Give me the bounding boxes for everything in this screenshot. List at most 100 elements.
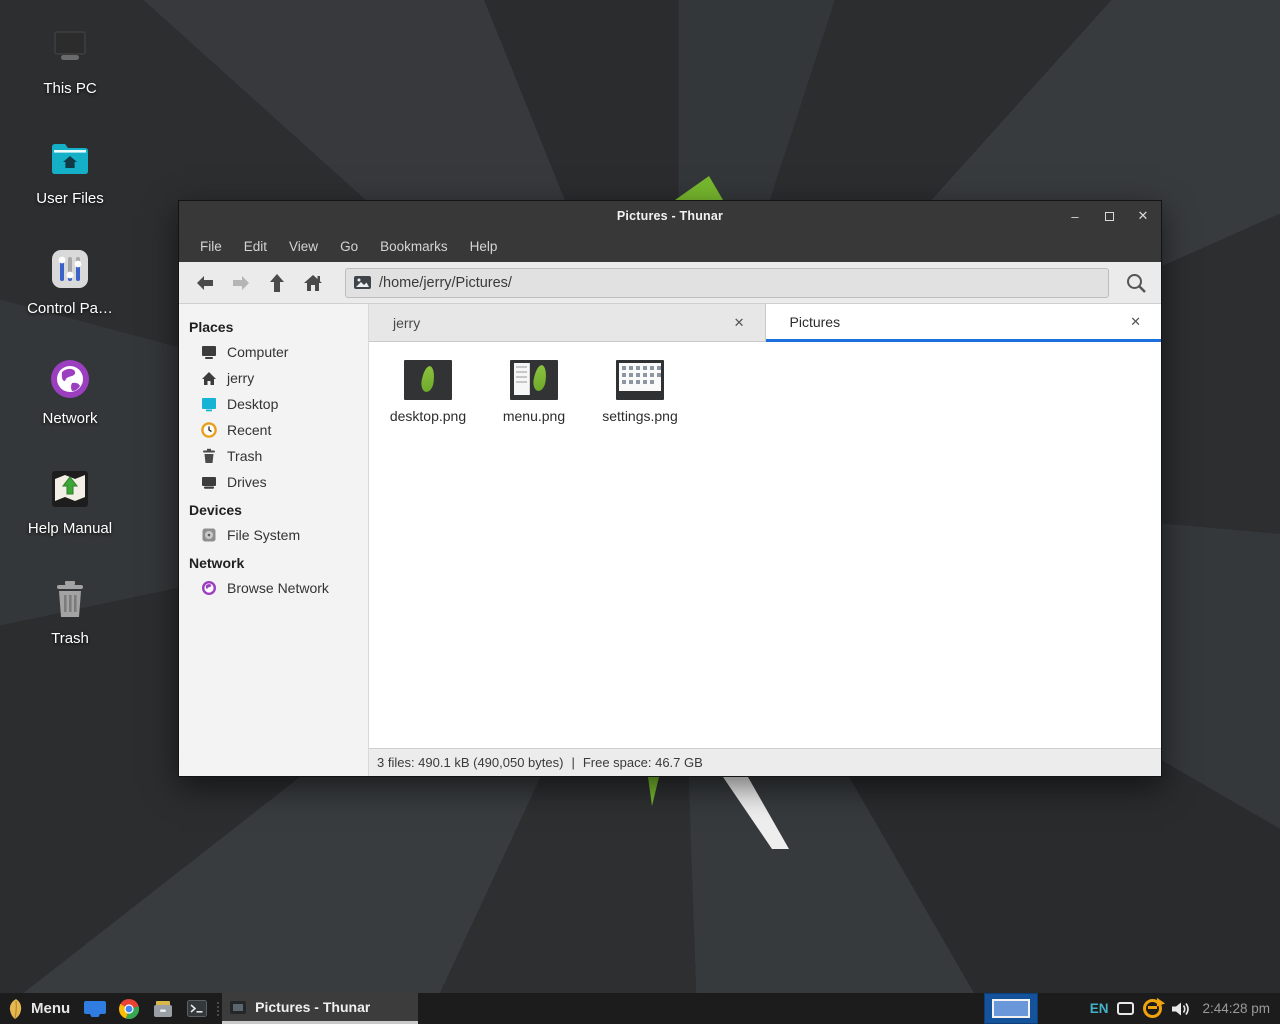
thunar-window-icon xyxy=(230,1001,246,1014)
chrome-icon xyxy=(119,999,139,1019)
sidebar-section-devices: Devices File System xyxy=(179,497,368,548)
taskbar: Menu xyxy=(0,993,1280,1024)
search-button[interactable] xyxy=(1119,267,1153,299)
sidebar: Places Computer jerry Deskt xyxy=(179,304,369,776)
desktop-icon-this-pc[interactable]: This PC xyxy=(0,26,140,97)
trash-icon xyxy=(47,576,93,622)
sidebar-item-label: Desktop xyxy=(227,396,278,412)
sidebar-item-jerry[interactable]: jerry xyxy=(179,365,368,391)
desktop-icon-control-panel[interactable]: Control Pa… xyxy=(0,246,140,317)
desktop-icon-label: This PC xyxy=(0,80,140,97)
maximize-button[interactable] xyxy=(1099,206,1119,226)
forward-button[interactable] xyxy=(223,267,259,299)
up-arrow-icon xyxy=(269,273,285,293)
tab-label: Pictures xyxy=(790,314,1125,330)
drives-icon xyxy=(201,475,217,490)
menubar: File Edit View Go Bookmarks Help xyxy=(179,231,1161,262)
desktop-icon-help-manual[interactable]: Help Manual xyxy=(0,466,140,537)
close-button[interactable]: ✕ xyxy=(1133,206,1153,226)
window-controls: – ✕ xyxy=(1065,201,1153,231)
sidebar-item-label: Browse Network xyxy=(227,580,329,596)
file-manager-icon xyxy=(84,1001,106,1017)
sidebar-item-label: File System xyxy=(227,527,300,543)
desktop-icon-label: Trash xyxy=(0,630,140,647)
image-file-icon xyxy=(354,276,371,289)
menu-view[interactable]: View xyxy=(278,234,329,259)
clock[interactable]: 2:44:28 pm xyxy=(1202,1001,1270,1016)
sidebar-item-computer[interactable]: Computer xyxy=(179,339,368,365)
window-body: Places Computer jerry Deskt xyxy=(179,304,1161,776)
back-button[interactable] xyxy=(187,267,223,299)
thunar-window: Pictures - Thunar – ✕ File Edit View Go … xyxy=(178,200,1162,777)
desktop-icon-user-files[interactable]: User Files xyxy=(0,136,140,207)
tab-jerry[interactable]: jerry ✕ xyxy=(369,304,766,342)
tab-bar: jerry ✕ Pictures ✕ xyxy=(369,304,1161,342)
desktop-icon-label: Network xyxy=(0,410,140,427)
location-bar[interactable]: /home/jerry/Pictures/ xyxy=(345,268,1109,298)
sidebar-item-label: Drives xyxy=(227,474,267,490)
menu-help[interactable]: Help xyxy=(459,234,509,259)
sidebar-item-drives[interactable]: Drives xyxy=(179,469,368,495)
tab-close-icon[interactable]: ✕ xyxy=(1124,311,1147,333)
system-tray: EN xyxy=(1090,999,1191,1018)
chrome-launcher[interactable] xyxy=(112,993,146,1024)
sidebar-item-trash[interactable]: Trash xyxy=(179,443,368,469)
sidebar-item-browse-network[interactable]: Browse Network xyxy=(179,575,368,601)
menu-edit[interactable]: Edit xyxy=(233,234,278,259)
sidebar-header-devices: Devices xyxy=(179,497,368,522)
sidebar-item-recent[interactable]: Recent xyxy=(179,417,368,443)
file-name: desktop.png xyxy=(379,408,477,424)
display-indicator-icon[interactable] xyxy=(1117,1002,1134,1015)
tab-pictures[interactable]: Pictures ✕ xyxy=(766,304,1162,342)
tab-label: jerry xyxy=(393,315,728,331)
search-icon xyxy=(1125,272,1147,294)
trash-icon xyxy=(201,448,217,464)
right-pane: jerry ✕ Pictures ✕ desktop.png xyxy=(369,304,1161,776)
menu-go[interactable]: Go xyxy=(329,234,369,259)
desktop-icon-network[interactable]: Network xyxy=(0,356,140,427)
globe-icon xyxy=(201,580,217,596)
sidebar-item-label: jerry xyxy=(227,370,254,386)
file-manager-launcher[interactable] xyxy=(78,993,112,1024)
forward-arrow-icon xyxy=(231,275,251,291)
workspace-switcher[interactable] xyxy=(984,993,1038,1024)
archive-icon xyxy=(153,1000,173,1018)
task-button-thunar[interactable]: Pictures - Thunar xyxy=(222,993,418,1024)
desktop-icon-trash[interactable]: Trash xyxy=(0,576,140,647)
thumbnail xyxy=(379,354,477,400)
computer-icon xyxy=(201,345,217,360)
archive-manager-launcher[interactable] xyxy=(146,993,180,1024)
menu-button[interactable]: Menu xyxy=(0,993,78,1024)
taskbar-separator xyxy=(214,993,222,1024)
location-path: /home/jerry/Pictures/ xyxy=(379,275,512,291)
up-button[interactable] xyxy=(259,267,295,299)
sidebar-item-file-system[interactable]: File System xyxy=(179,522,368,548)
sidebar-item-desktop[interactable]: Desktop xyxy=(179,391,368,417)
update-manager-icon[interactable] xyxy=(1143,999,1162,1018)
file-desktop-png[interactable]: desktop.png xyxy=(379,354,477,424)
titlebar[interactable]: Pictures - Thunar – ✕ xyxy=(179,201,1161,231)
desktop-icon-label: Control Pa… xyxy=(0,300,140,317)
menu-button-label: Menu xyxy=(31,1000,70,1017)
harddisk-icon xyxy=(201,527,217,543)
sidebar-section-network: Network Browse Network xyxy=(179,550,368,601)
file-menu-png[interactable]: menu.png xyxy=(485,354,583,424)
file-settings-png[interactable]: settings.png xyxy=(591,354,689,424)
sidebar-item-label: Recent xyxy=(227,422,271,438)
feather-logo-icon xyxy=(8,998,23,1020)
clock-icon xyxy=(201,422,217,438)
volume-icon[interactable] xyxy=(1171,1001,1190,1017)
home-button[interactable] xyxy=(295,267,331,299)
keyboard-layout-indicator[interactable]: EN xyxy=(1090,1001,1109,1016)
desktop-icon xyxy=(201,397,217,412)
sidebar-header-places: Places xyxy=(179,314,368,339)
terminal-launcher[interactable] xyxy=(180,993,214,1024)
tab-close-icon[interactable]: ✕ xyxy=(728,312,751,334)
menu-file[interactable]: File xyxy=(189,234,233,259)
home-folder-icon xyxy=(47,136,93,182)
minimize-button[interactable]: – xyxy=(1065,206,1085,226)
menu-bookmarks[interactable]: Bookmarks xyxy=(369,234,459,259)
help-manual-icon xyxy=(47,466,93,512)
globe-icon xyxy=(47,356,93,402)
file-view[interactable]: desktop.png menu.png xyxy=(369,342,1161,748)
